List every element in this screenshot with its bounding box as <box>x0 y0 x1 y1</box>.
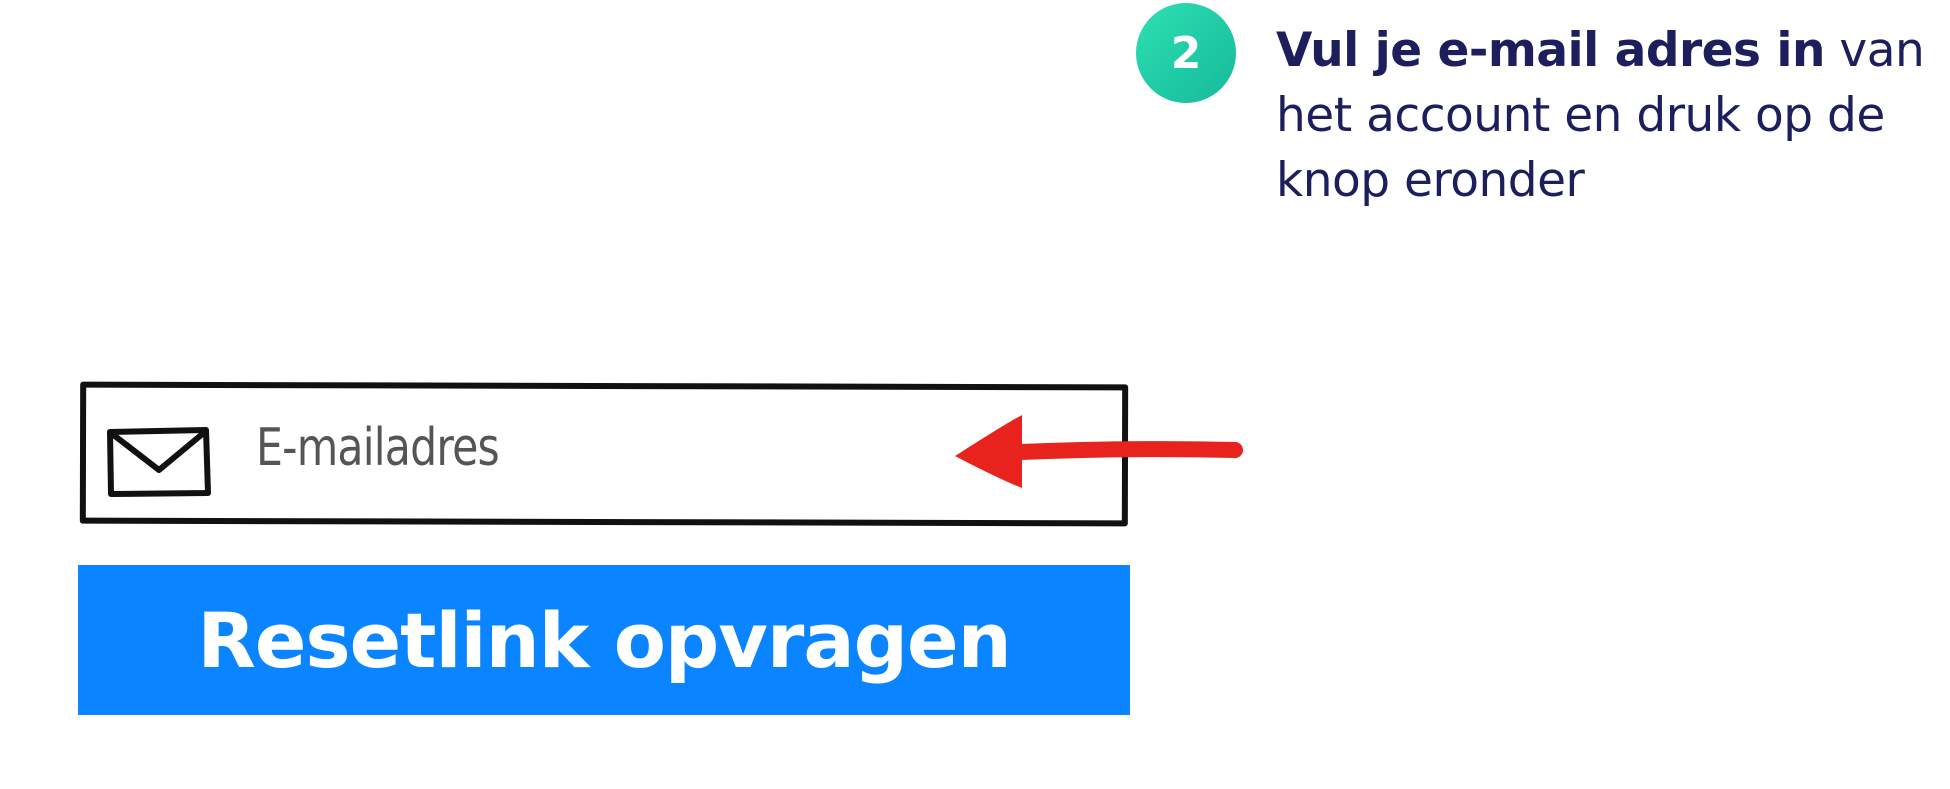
envelope-icon <box>107 427 211 497</box>
arrow-left-icon <box>955 415 1243 488</box>
page: 2 Vul je e-mail adres in van het account… <box>0 0 1950 789</box>
step-instruction-bold: Vul je e-mail adres in <box>1276 23 1825 78</box>
step-number: 2 <box>1170 27 1202 79</box>
reset-link-button[interactable]: Resetlink opvragen <box>78 565 1130 715</box>
email-placeholder: E-mailadres <box>256 418 500 478</box>
step-number-badge: 2 <box>1136 3 1236 103</box>
step-instruction: Vul je e-mail adres in van het account e… <box>1276 18 1936 213</box>
